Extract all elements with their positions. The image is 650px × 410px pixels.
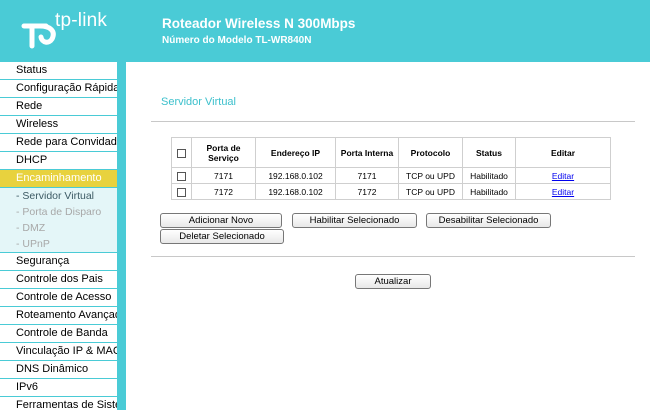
cell-service-port: 7171 [191,167,256,184]
delete-selected-button[interactable]: Deletar Selecionado [160,229,284,244]
table-header-row: Porta de Serviço Endereço IP Porta Inter… [171,137,611,168]
header-status: Status [462,137,516,168]
header-service-port: Porta de Serviço [191,137,256,168]
cell-ip-address: 192.168.0.102 [255,167,336,184]
refresh-button[interactable]: Atualizar [355,274,431,289]
sidebar-item-status[interactable]: Status [0,62,117,80]
virtual-server-table: Porta de Serviço Endereço IP Porta Inter… [171,137,611,200]
sidebar-item-bandwidth-control[interactable]: Controle de Banda [0,325,117,343]
page-title: Servidor Virtual [161,96,236,108]
row-checkbox[interactable] [177,171,186,181]
header: tp-link Roteador Wireless N 300Mbps Núme… [0,0,650,62]
sidebar-item-access-control[interactable]: Controle de Acesso [0,289,117,307]
sidebar-subitem-port-triggering[interactable]: - Porta de Disparo [0,204,117,220]
logo-text: tp-link [55,10,108,31]
sidebar-item-dynamic-dns[interactable]: DNS Dinâmico [0,361,117,379]
header-ip-address: Endereço IP [255,137,336,168]
sidebar-item-security[interactable]: Segurança [0,253,117,271]
sidebar-item-guest-network[interactable]: Rede para Convidado [0,134,117,152]
cell-internal-port: 7171 [335,167,399,184]
sidebar-item-network[interactable]: Rede [0,98,117,116]
edit-link[interactable]: Editar [552,187,574,197]
divider-bottom [151,256,635,257]
cell-protocol: TCP ou UPD [398,167,463,184]
cell-internal-port: 7172 [335,183,399,200]
edit-link[interactable]: Editar [552,171,574,181]
sidebar-item-ip-mac-binding[interactable]: Vinculação IP & MAC [0,343,117,361]
sidebar-item-quick-setup[interactable]: Configuração Rápida [0,80,117,98]
sidebar-item-forwarding[interactable]: Encaminhamento [0,170,117,188]
header-internal-port: Porta Interna [335,137,399,168]
select-all-checkbox[interactable] [177,148,186,158]
sidebar: Status Configuração Rápida Rede Wireless… [0,62,118,410]
cell-protocol: TCP ou UPD [398,183,463,200]
cell-edit: Editar [515,167,611,184]
main-content: Servidor Virtual Porta de Serviço Endere… [126,62,650,410]
cell-ip-address: 192.168.0.102 [255,183,336,200]
add-new-button[interactable]: Adicionar Novo [160,213,282,228]
cell-status: Habilitado [462,183,516,200]
sidebar-divider [118,62,126,410]
row-checkbox[interactable] [177,187,186,197]
cell-service-port: 7172 [191,183,256,200]
header-select-all [171,137,192,168]
header-protocol: Protocolo [398,137,463,168]
model-number: Número do Modelo TL-WR840N [162,35,312,46]
sidebar-item-advanced-routing[interactable]: Roteamento Avançado [0,307,117,325]
cell-edit: Editar [515,183,611,200]
sidebar-item-dhcp[interactable]: DHCP [0,152,117,170]
sidebar-subitem-upnp[interactable]: - UPnP [0,236,117,252]
sidebar-item-wireless[interactable]: Wireless [0,116,117,134]
header-edit: Editar [515,137,611,168]
sidebar-subitem-virtual-server[interactable]: - Servidor Virtual [0,188,117,204]
sidebar-item-parental-control[interactable]: Controle dos Pais [0,271,117,289]
divider-top [151,121,635,122]
table-row: 7171 192.168.0.102 7171 TCP ou UPD Habil… [171,167,611,184]
sidebar-subitem-dmz[interactable]: - DMZ [0,220,117,236]
cell-status: Habilitado [462,167,516,184]
table-row: 7172 192.168.0.102 7172 TCP ou UPD Habil… [171,183,611,200]
router-title: Roteador Wireless N 300Mbps [162,16,356,31]
row-select-cell [171,183,192,200]
forwarding-submenu: - Servidor Virtual - Porta de Disparo - … [0,188,117,253]
row-select-cell [171,167,192,184]
enable-selected-button[interactable]: Habilitar Selecionado [292,213,417,228]
sidebar-item-ipv6[interactable]: IPv6 [0,379,117,397]
sidebar-item-system-tools[interactable]: Ferramentas de Sistema [0,397,117,410]
disable-selected-button[interactable]: Desabilitar Selecionado [426,213,551,228]
